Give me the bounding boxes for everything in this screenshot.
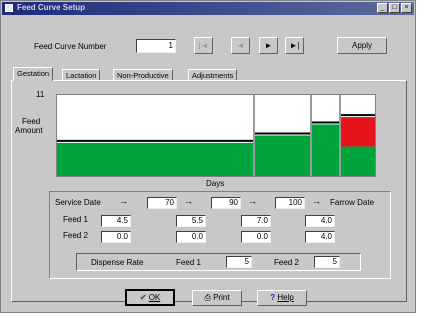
total-feed-line [341,114,375,117]
total-feed-line [57,139,253,142]
chart-segment-divider [339,95,341,176]
ok-label: OK [148,293,161,302]
feed-curve-number-label: Feed Curve Number [34,42,107,51]
tab-gestation[interactable]: Gestation [13,67,54,81]
first-record-icon: |◄ [198,41,209,50]
chart-y-label: Feed [22,117,41,126]
arrow-icon: → [312,196,321,206]
arrow-icon: → [119,196,128,206]
first-record-button[interactable]: |◄ [194,37,213,54]
feed2-bar [341,117,375,147]
title-bar[interactable]: Feed Curve Setup _ □ × [2,2,414,15]
dispense-feed1-label: Feed 1 [176,258,201,267]
dispense-rate-label: Dispense Rate [91,258,144,267]
feed2-input-4[interactable]: 4.0 [305,231,335,243]
feed1-bar [57,142,253,176]
chart-y-max-label: 11 [36,90,45,99]
chart-y-label-2: Amount [15,126,43,135]
window-icon [5,4,13,12]
dispense-feed2-label: Feed 2 [274,258,299,267]
feed1-input-2[interactable]: 5.5 [176,215,206,227]
dispense-feed1-input[interactable]: 5 [226,256,252,268]
service-date-label: Service Date [55,198,101,207]
day-input-1[interactable]: 70 [147,197,177,209]
feed2-input-1[interactable]: 0.0 [101,231,131,243]
last-record-icon: ►| [289,41,300,50]
feed1-bar [312,124,339,176]
previous-record-icon: ◄ [236,41,245,50]
arrow-icon: → [184,196,193,206]
printer-icon: ⎙ [204,293,211,302]
feed2-row-label: Feed 2 [63,231,88,240]
next-record-icon: ► [264,41,273,50]
feed1-bar [341,146,375,176]
ok-button[interactable]: ✔ OK [125,289,175,306]
arrow-icon: → [248,196,257,206]
checkmark-icon: ✔ [139,293,147,302]
day-input-2[interactable]: 90 [211,197,241,209]
feed1-bar [255,135,310,176]
help-button[interactable]: ? Help [257,290,307,306]
farrow-date-label: Farrow Date [330,198,375,207]
total-feed-line [255,132,310,135]
feed-curve-chart-svg [57,95,375,176]
feed2-input-2[interactable]: 0.0 [176,231,206,243]
print-button[interactable]: ⎙ Print [192,290,242,306]
window-title: Feed Curve Setup [17,3,86,12]
apply-button[interactable]: Apply [337,37,387,54]
feed-curve-number-input[interactable]: 1 [136,39,176,53]
print-label: Print [213,293,230,302]
feed1-input-4[interactable]: 4.0 [305,215,335,227]
day-input-3[interactable]: 100 [275,197,305,209]
last-record-button[interactable]: ►| [285,37,304,54]
feed1-input-3[interactable]: 7.0 [241,215,271,227]
chart-segment-divider [253,95,255,176]
feed1-input-1[interactable]: 4.5 [101,215,131,227]
total-feed-line [312,121,339,124]
help-label: Help [277,293,294,302]
chart-x-label: Days [206,179,225,188]
feed-curve-chart [56,94,376,177]
close-button[interactable]: × [401,3,412,13]
help-icon: ? [270,293,276,302]
next-record-button[interactable]: ► [259,37,278,54]
previous-record-button[interactable]: ◄ [231,37,250,54]
feed2-input-3[interactable]: 0.0 [241,231,271,243]
minimize-button[interactable]: _ [377,3,388,13]
dispense-feed2-input[interactable]: 5 [314,256,340,268]
feed-curve-window: Feed Curve Setup _ □ × Feed Curve Number… [0,0,416,313]
maximize-button[interactable]: □ [389,3,400,13]
chart-segment-divider [310,95,312,176]
feed1-row-label: Feed 1 [63,215,88,224]
